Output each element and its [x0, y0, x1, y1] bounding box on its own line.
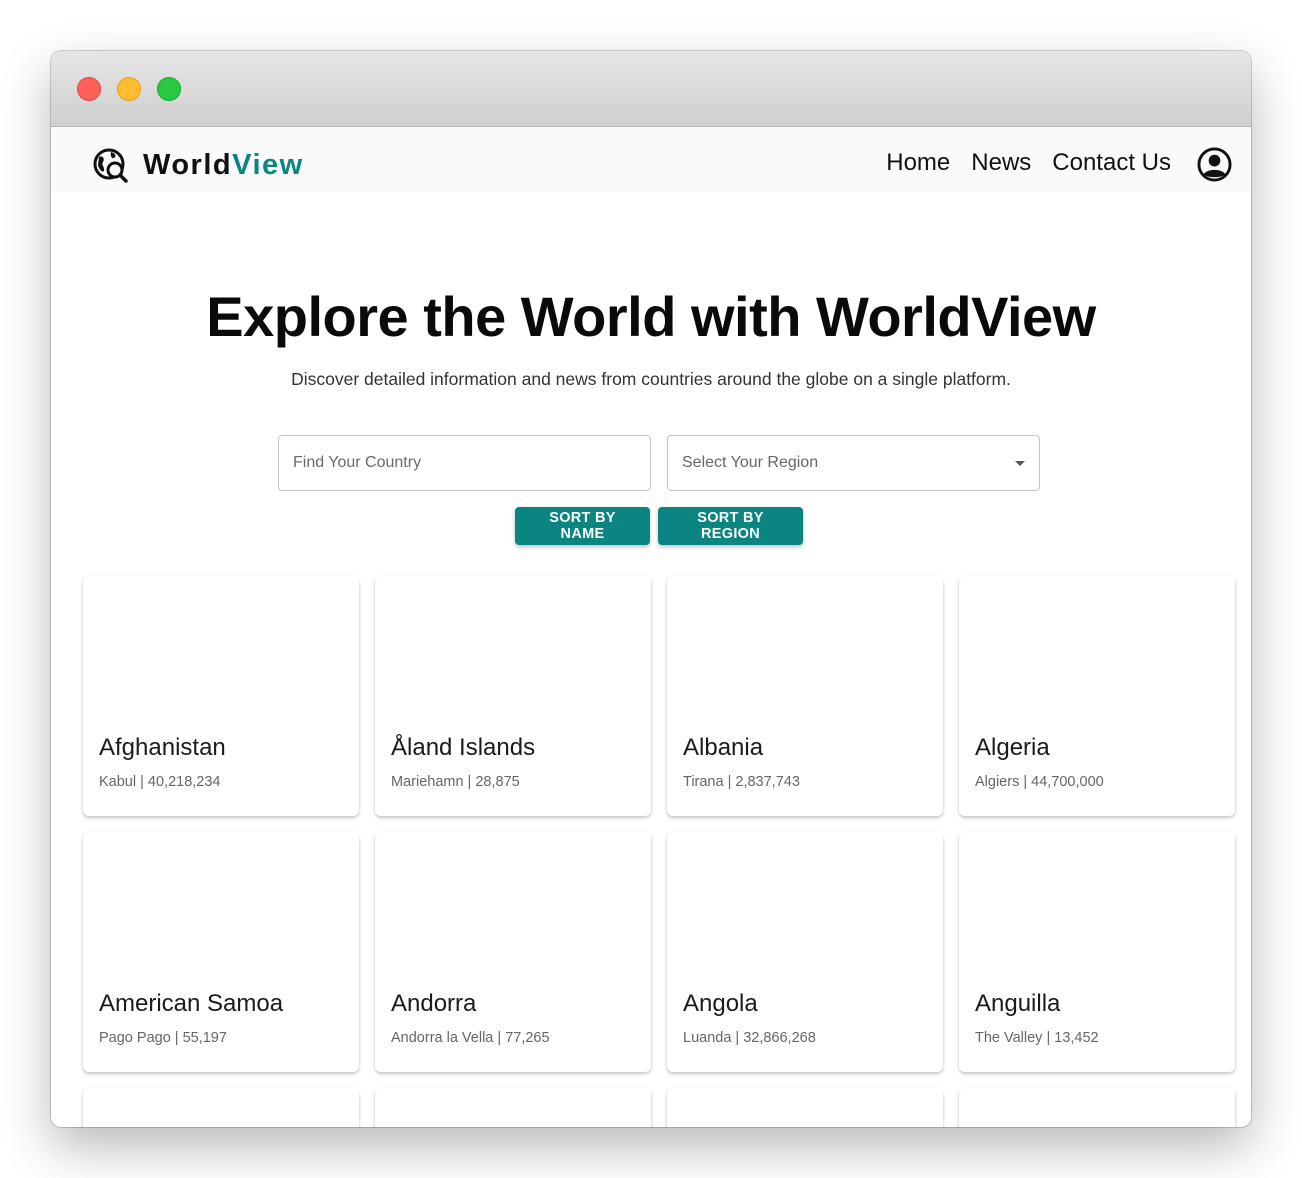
region-select[interactable]: Select Your Region [667, 435, 1040, 491]
nav-link-news[interactable]: News [971, 149, 1031, 177]
country-card[interactable] [667, 1088, 943, 1127]
country-name: Anguilla [975, 990, 1061, 1017]
country-name: Andorra [391, 990, 477, 1017]
search-input[interactable] [293, 454, 636, 472]
country-name: American Samoa [99, 990, 284, 1017]
brand-name-part2: View [232, 148, 304, 181]
country-meta: Tirana | 2,837,743 [683, 774, 800, 790]
brand-logo[interactable]: WorldView [93, 147, 304, 183]
country-card[interactable]: Åland Islands Mariehamn | 28,875 [375, 576, 651, 816]
country-meta: Luanda | 32,866,268 [683, 1030, 816, 1046]
country-card[interactable]: Andorra Andorra la Vella | 77,265 [375, 832, 651, 1072]
country-name: Algeria [975, 734, 1050, 761]
brand-name: WorldView [143, 149, 304, 182]
page-title: Explore the World with WorldView [206, 285, 1096, 348]
country-card[interactable]: American Samoa Pago Pago | 55,197 [83, 832, 359, 1072]
hero-section: Explore the World with WorldView Discove… [51, 284, 1251, 390]
country-meta: Mariehamn | 28,875 [391, 774, 520, 790]
minimize-window-button[interactable] [117, 77, 141, 101]
brand-name-part1: World [143, 148, 233, 181]
country-meta: Pago Pago | 55,197 [99, 1030, 227, 1046]
country-meta: Kabul | 40,218,234 [99, 774, 221, 790]
country-card[interactable]: Albania Tirana | 2,837,743 [667, 576, 943, 816]
window-titlebar [51, 51, 1251, 127]
search-field[interactable] [278, 435, 651, 491]
nav-link-contact[interactable]: Contact Us [1052, 149, 1171, 177]
country-card[interactable]: Algeria Algiers | 44,700,000 [959, 576, 1235, 816]
country-meta: Andorra la Vella | 77,265 [391, 1030, 550, 1046]
page-subtitle: Discover detailed information and news f… [291, 369, 1011, 389]
navbar: WorldView Home News Contact Us [51, 127, 1251, 192]
country-name: Angola [683, 990, 758, 1017]
country-name: Albania [683, 734, 764, 761]
account-circle-icon[interactable] [1197, 147, 1232, 182]
sort-by-name-button[interactable]: SORT BY NAME [515, 507, 650, 545]
country-card[interactable] [959, 1088, 1235, 1127]
country-card[interactable] [375, 1088, 651, 1127]
nav-links: Home News Contact Us [886, 149, 1171, 177]
globe-search-icon [93, 148, 128, 183]
country-card[interactable]: Afghanistan Kabul | 40,218,234 [83, 576, 359, 816]
country-card[interactable]: Angola Luanda | 32,866,268 [667, 832, 943, 1072]
country-card[interactable]: Anguilla The Valley | 13,452 [959, 832, 1235, 1072]
sort-buttons: SORT BY NAME SORT BY REGION [515, 507, 803, 545]
filter-controls: Select Your Region [278, 435, 1040, 491]
country-card[interactable] [83, 1088, 359, 1127]
country-grid: Afghanistan Kabul | 40,218,234 Åland Isl… [83, 576, 1235, 1127]
sort-by-region-button[interactable]: SORT BY REGION [658, 507, 803, 545]
browser-window: WorldView Home News Contact Us Explore t… [51, 51, 1251, 1127]
close-window-button[interactable] [77, 77, 101, 101]
country-meta: Algiers | 44,700,000 [975, 774, 1104, 790]
nav-link-home[interactable]: Home [886, 149, 950, 177]
country-name: Åland Islands [391, 734, 536, 761]
country-meta: The Valley | 13,452 [975, 1030, 1099, 1046]
country-name: Afghanistan [99, 734, 226, 761]
chevron-down-icon [1015, 461, 1025, 466]
region-select-placeholder: Select Your Region [682, 454, 819, 471]
maximize-window-button[interactable] [157, 77, 181, 101]
